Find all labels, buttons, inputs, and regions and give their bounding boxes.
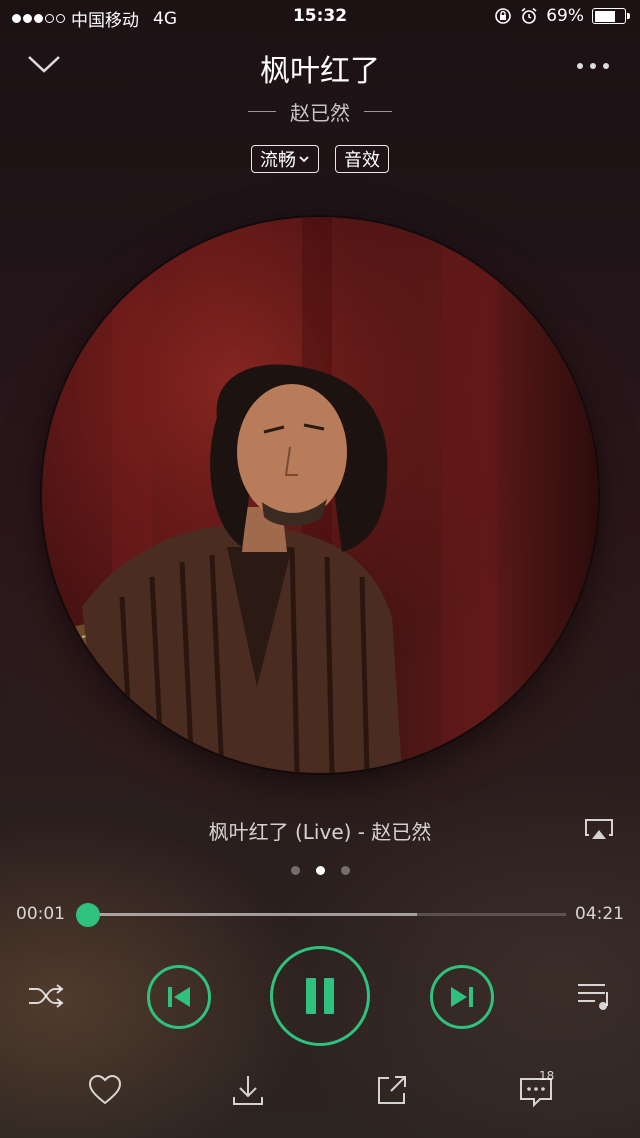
progress-thumb[interactable]	[75, 903, 100, 927]
heart-icon	[88, 1074, 122, 1105]
share-button[interactable]	[373, 1072, 411, 1108]
orientation-lock-icon	[495, 8, 512, 24]
next-icon	[451, 987, 473, 1007]
progress-track[interactable]	[86, 913, 566, 916]
pause-button[interactable]	[270, 946, 370, 1046]
share-icon	[378, 1076, 406, 1104]
more-icon	[577, 63, 609, 69]
tag-row: 流畅 音效	[0, 145, 640, 173]
artist-name[interactable]: 赵已然	[290, 97, 350, 126]
page-dot	[315, 866, 325, 875]
next-button[interactable]	[430, 965, 494, 1029]
artist-row: 赵已然	[0, 97, 640, 126]
more-button[interactable]	[574, 54, 614, 78]
chevron-down-icon	[299, 156, 309, 163]
pause-icon	[306, 978, 334, 1014]
playlist-icon	[578, 984, 608, 1010]
page-indicator	[0, 866, 640, 875]
song-title: 枫叶红了	[260, 54, 380, 89]
effect-label: 音效	[344, 150, 380, 170]
song-info-line: 枫叶红了 (Live) - 赵已然	[208, 820, 432, 844]
airplay-icon	[585, 819, 613, 839]
divider-right	[364, 111, 392, 112]
previous-icon	[168, 987, 190, 1007]
shuffle-icon	[29, 984, 64, 1008]
playlist-button[interactable]	[574, 978, 614, 1014]
battery-percent: 69%	[546, 6, 584, 26]
download-icon	[233, 1076, 263, 1105]
status-bar: 中国移动 4G 15:32 69%	[0, 0, 640, 34]
sound-effect-button[interactable]: 音效	[335, 145, 389, 173]
quality-label: 流畅	[260, 150, 296, 170]
album-art[interactable]	[42, 217, 598, 773]
battery-icon	[592, 8, 630, 24]
status-right: 69%	[494, 6, 630, 26]
comment-count-badge: 18	[539, 1069, 555, 1083]
airplay-button[interactable]	[582, 816, 616, 842]
quality-button[interactable]: 流畅	[251, 145, 319, 173]
current-time: 00:01	[16, 904, 65, 924]
alarm-icon	[521, 7, 537, 24]
page-dot	[340, 866, 350, 875]
shuffle-button[interactable]	[26, 978, 66, 1014]
page-dot	[290, 866, 300, 875]
album-photo	[42, 217, 598, 773]
like-button[interactable]	[86, 1072, 124, 1108]
total-time: 04:21	[575, 904, 624, 924]
buffer-bar	[86, 913, 418, 916]
download-button[interactable]	[229, 1072, 267, 1108]
previous-button[interactable]	[147, 965, 211, 1029]
divider-left	[248, 111, 276, 112]
